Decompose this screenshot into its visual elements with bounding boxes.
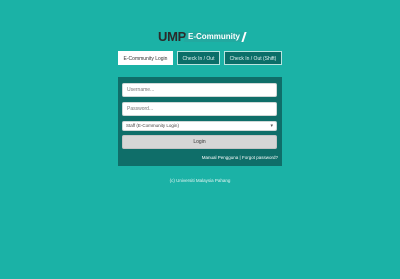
manual-link[interactable]: Manual Pengguna <box>202 155 239 160</box>
help-links: Manual Pengguna | Forgot password? <box>202 155 278 161</box>
logo-ump-text: UMP <box>158 29 186 44</box>
footer-copyright: (c) Universiti Malaysia Pahang <box>169 178 231 183</box>
login-button[interactable]: Login <box>122 135 277 149</box>
logo-ecommunity-text: E-Community <box>188 32 240 41</box>
username-input[interactable] <box>122 83 277 97</box>
app-logo: UMP E-Community <box>158 29 247 44</box>
user-type-selected-value: Staff (E-Community Login) <box>126 123 179 128</box>
tab-check-in-out[interactable]: Check In / Out <box>177 51 220 65</box>
password-input[interactable] <box>122 102 277 116</box>
forgot-password-link[interactable]: Forgot password? <box>242 155 278 160</box>
user-type-select[interactable]: Staff (E-Community Login) ▾ <box>122 121 277 131</box>
tab-check-in-out-shift[interactable]: Check In / Out (Shift) <box>224 51 282 65</box>
login-panel: Staff (E-Community Login) ▾ Login Manual… <box>118 77 282 166</box>
tab-ecommunity-login[interactable]: E-Community Login <box>118 51 173 65</box>
chevron-down-icon: ▾ <box>270 123 273 129</box>
